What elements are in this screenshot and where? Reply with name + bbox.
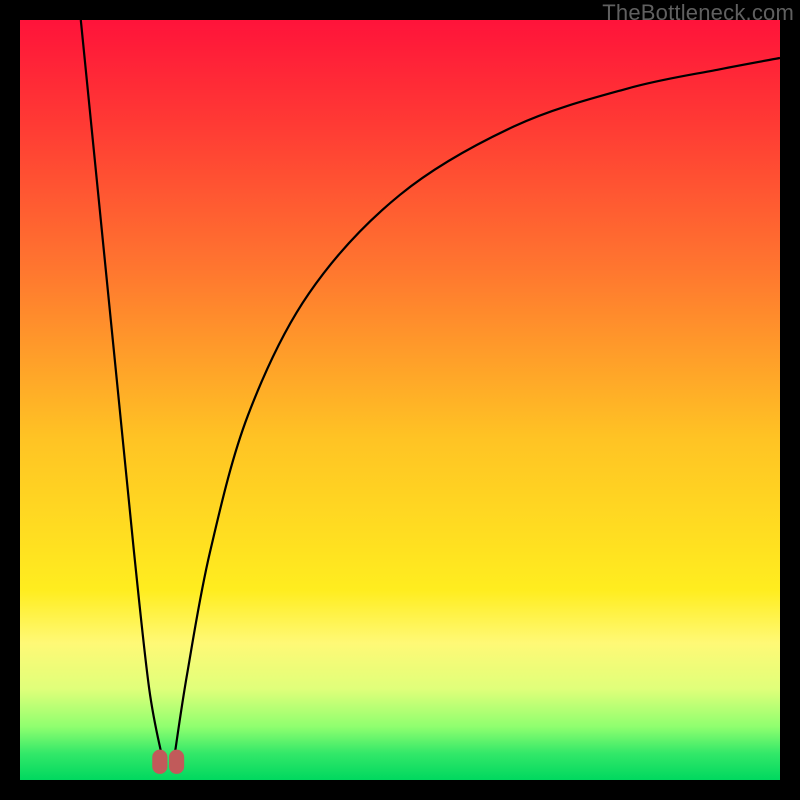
left-min-marker <box>152 750 167 774</box>
chart-frame: TheBottleneck.com <box>0 0 800 800</box>
plot-area <box>20 20 780 780</box>
chart-svg <box>20 20 780 780</box>
right-min-marker <box>169 750 184 774</box>
gradient-background <box>20 20 780 780</box>
